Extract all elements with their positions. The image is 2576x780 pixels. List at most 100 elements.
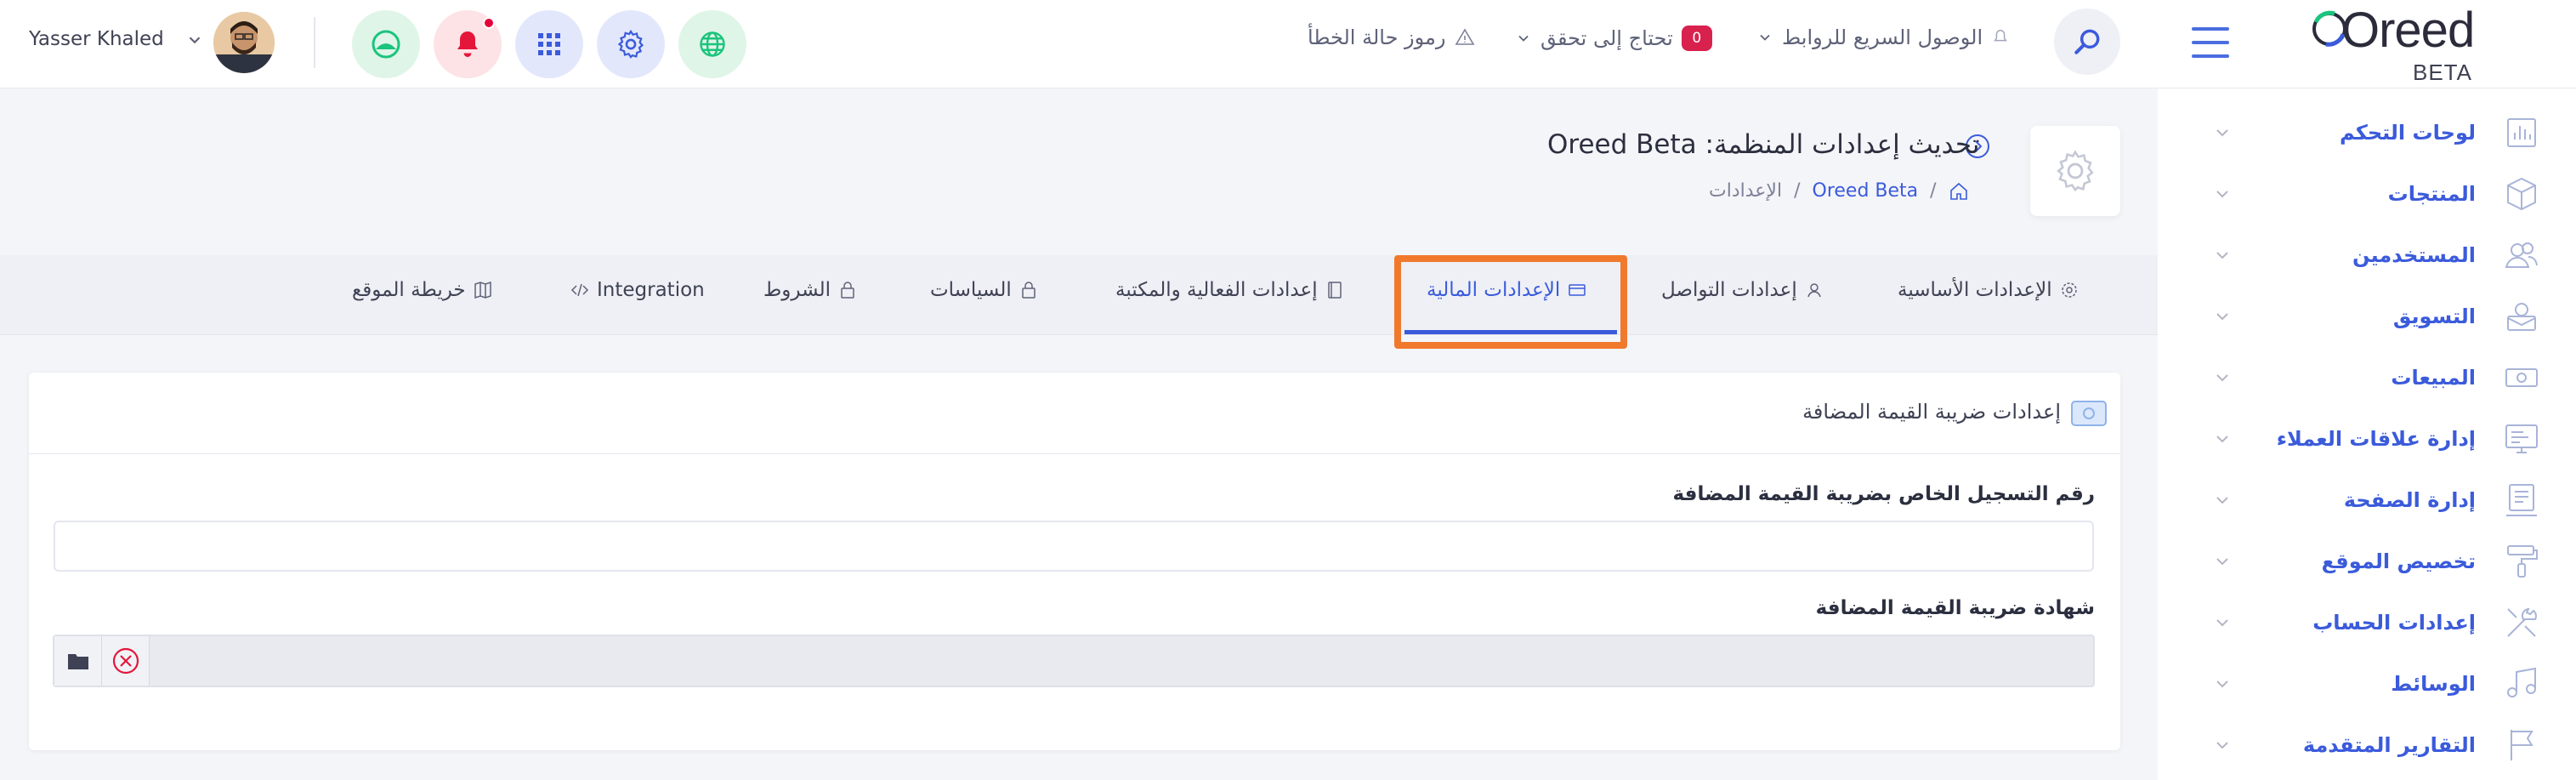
avatar[interactable]	[213, 12, 275, 73]
tab-label: السياسات	[930, 279, 1012, 301]
chevron-down-icon	[2216, 129, 2228, 137]
sidebar-item-dashboards[interactable]: لوحات التحكم	[2158, 102, 2576, 163]
quick-access-label: الوصول السريع للروابط	[1782, 26, 1983, 49]
tab-label: الشروط	[763, 279, 831, 301]
sidebar-item-label: إدارة الصفحة	[2343, 488, 2476, 512]
remove-file-button[interactable]	[102, 636, 150, 686]
code-icon	[570, 283, 589, 297]
sidebar-item-marketing[interactable]: التسويق	[2158, 286, 2576, 347]
sidebar-item-label: المبيعات	[2391, 366, 2476, 390]
hamburger-line	[2192, 41, 2229, 44]
gear-icon	[2057, 150, 2094, 192]
tab-event-library-settings[interactable]: إعدادات الفعالية والمكتبة	[1115, 279, 1345, 301]
vat-registration-label: رقم التسجيل الخاص بضريبة القيمة المضافة	[1672, 483, 2095, 505]
sidebar-item-page-management[interactable]: إدارة الصفحة	[2158, 470, 2576, 531]
page-icon-box	[2030, 126, 2120, 216]
tab-contact-settings[interactable]: إعدادات التواصل	[1661, 279, 1824, 301]
tab-sitemap[interactable]: خريطة الموقع	[352, 279, 493, 301]
apps-button[interactable]	[515, 10, 583, 78]
bell-icon	[457, 31, 478, 57]
vat-certificate-file-field[interactable]	[53, 635, 2095, 687]
browse-file-button[interactable]	[54, 636, 102, 686]
sidebar-item-label: الوسائط	[2391, 672, 2476, 696]
sidebar-item-label: تخصيص الموقع	[2321, 549, 2476, 573]
folder-icon	[67, 654, 88, 669]
chevron-down-icon	[2216, 680, 2228, 688]
chevron-down-icon	[1760, 34, 1770, 41]
tab-basic-settings[interactable]: الإعدادات الأساسية	[1898, 279, 2080, 301]
chevron-down-icon	[2216, 742, 2228, 749]
chevron-down-icon	[2216, 436, 2228, 443]
logo[interactable]: Oreed BETA	[2309, 3, 2488, 85]
sidebar-item-label: إعدادات الحساب	[2312, 611, 2476, 635]
tab-integration[interactable]: Integration	[570, 279, 705, 301]
close-circle-icon	[112, 647, 139, 675]
hamburger-line	[2192, 27, 2229, 31]
sidebar-item-label: المستخدمين	[2352, 243, 2476, 267]
settings-tabs	[0, 255, 2158, 335]
chevron-down-icon	[2216, 497, 2228, 504]
tab-policies[interactable]: السياسات	[930, 279, 1039, 301]
sidebar-item-advanced-reports[interactable]: التقارير المتقدمة	[2158, 715, 2576, 776]
home-icon[interactable]	[1949, 181, 1969, 202]
breadcrumb: / Oreed Beta / الإعدادات	[1709, 180, 1969, 202]
logo-edition: BETA	[2413, 60, 2472, 85]
tools-icon	[2507, 607, 2537, 637]
chevron-down-icon	[2216, 558, 2228, 566]
active-tab-indicator	[1404, 330, 1617, 334]
sidebar-item-label: التسويق	[2392, 305, 2476, 328]
search-icon	[2074, 29, 2100, 54]
music-icon	[2507, 667, 2536, 697]
contact-icon	[1807, 283, 1821, 298]
chevron-down-icon	[2216, 374, 2228, 382]
users-icon	[2505, 242, 2538, 268]
error-codes-link[interactable]: رموز حالة الخطأ	[1308, 26, 1475, 49]
settings-button[interactable]	[597, 10, 665, 78]
sidebar-item-label: إدارة علاقات العملاء	[2276, 427, 2476, 451]
notifications-button[interactable]	[434, 10, 502, 78]
tab-terms[interactable]: الشروط	[763, 279, 858, 301]
search-button[interactable]	[2054, 9, 2120, 75]
grid-icon	[538, 33, 560, 55]
sidebar-item-products[interactable]: المنتجات	[2158, 163, 2576, 225]
chart-icon	[2507, 118, 2536, 147]
tab-label: خريطة الموقع	[352, 279, 466, 301]
sidebar: لوحات التحكم المنتجات المستخدمين التسويق…	[2158, 88, 2576, 780]
tab-label: إعدادات التواصل	[1661, 279, 1797, 301]
chevron-down-icon	[2216, 252, 2228, 259]
status-gauge-icon	[372, 30, 400, 59]
map-icon	[474, 281, 491, 299]
sidebar-item-account-settings[interactable]: إعدادات الحساب	[2158, 592, 2576, 653]
language-button[interactable]	[678, 10, 746, 78]
logo-text: Oreed	[2341, 3, 2475, 58]
sidebar-item-media[interactable]: الوسائط	[2158, 653, 2576, 715]
breadcrumb-org-link[interactable]: Oreed Beta	[1813, 180, 1919, 202]
sidebar-item-users[interactable]: المستخدمين	[2158, 225, 2576, 286]
money-icon	[2505, 368, 2538, 387]
crm-icon	[2505, 424, 2538, 453]
book-icon	[1327, 282, 1342, 299]
user-name[interactable]: Yasser Khaled	[29, 28, 164, 50]
sidebar-item-site-customization[interactable]: تخصيص الموقع	[2158, 531, 2576, 592]
error-codes-label: رموز حالة الخطأ	[1308, 26, 1446, 49]
sidebar-item-sales[interactable]: المبيعات	[2158, 347, 2576, 408]
tab-label: Integration	[597, 279, 705, 301]
sidebar-item-label: لوحات التحكم	[2340, 121, 2476, 145]
lock-icon	[1022, 282, 1036, 299]
breadcrumb-separator: /	[1930, 180, 1937, 202]
chevron-down-icon[interactable]	[185, 31, 204, 49]
status-button[interactable]	[352, 10, 420, 78]
menu-toggle-button[interactable]	[2192, 27, 2229, 58]
flag-icon	[2511, 730, 2533, 760]
hamburger-line	[2192, 54, 2229, 58]
bell-outline-icon	[1994, 30, 2007, 42]
header-divider	[314, 17, 315, 68]
globe-icon	[700, 31, 725, 57]
quick-access-dropdown[interactable]: الوصول السريع للروابط	[1756, 26, 2010, 49]
sidebar-item-crm[interactable]: إدارة علاقات العملاء	[2158, 408, 2576, 470]
vat-registration-input[interactable]	[54, 521, 2094, 572]
breadcrumb-current: الإعدادات	[1709, 180, 1783, 202]
notification-dot	[483, 17, 495, 29]
needs-verification-dropdown[interactable]: 0 تحتاج إلى تحقق	[1515, 26, 1712, 51]
needs-verification-label: تحتاج إلى تحقق	[1540, 26, 1673, 50]
